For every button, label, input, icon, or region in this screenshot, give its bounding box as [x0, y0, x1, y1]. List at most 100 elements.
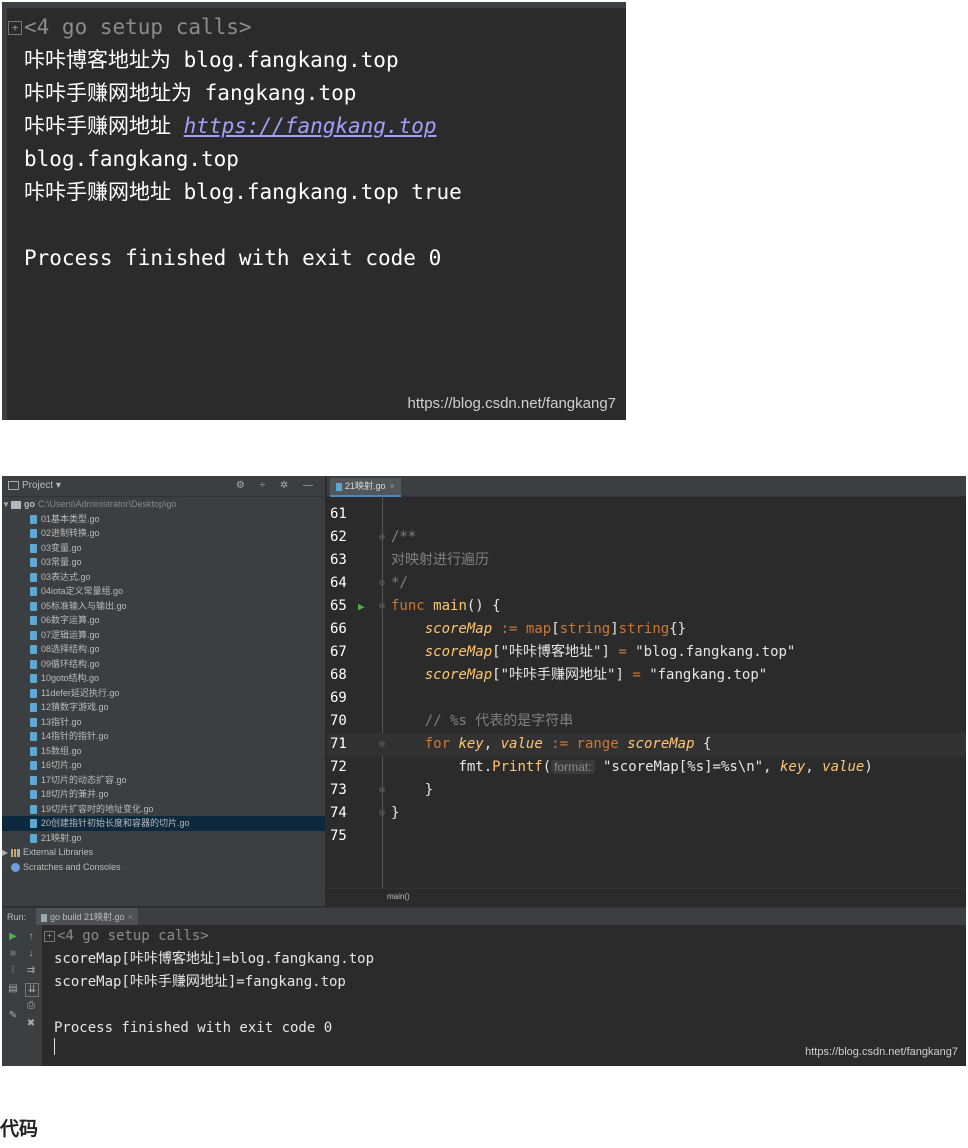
tree-file-item[interactable]: 02进制转换.go	[2, 526, 325, 541]
watermark: https://blog.csdn.net/fangkang7	[805, 1046, 958, 1058]
tree-file-item[interactable]: 03变量.go	[2, 541, 325, 556]
tree-file-item[interactable]: 10goto结构.go	[2, 671, 325, 686]
project-header: Project ▾ ⚙ ÷ ✲ —	[2, 476, 325, 497]
project-tools[interactable]: ⚙ ÷ ✲ —	[236, 476, 319, 496]
soft-wrap-icon[interactable]: ⇉	[25, 965, 37, 977]
go-file-icon	[30, 688, 37, 698]
project-view-selector[interactable]: Project ▾	[8, 476, 61, 496]
tree-file-label: 04iota定义常量组.go	[41, 586, 124, 596]
tab-21-map-go[interactable]: 21映射.go ×	[330, 478, 401, 497]
folder-icon	[11, 500, 21, 509]
go-file-icon	[30, 616, 37, 626]
tree-file-item[interactable]: 03常量.go	[2, 555, 325, 570]
ide-window: Project ▾ ⚙ ÷ ✲ — ▼ go C:\Users\Administra…	[2, 476, 966, 1066]
tree-scratches[interactable]: Scratches and Consoles	[2, 860, 325, 875]
tree-file-item[interactable]: 20创建指针初始长度和容器的切片.go	[2, 816, 325, 831]
code-line-74[interactable]: 74 ⊖}	[327, 802, 966, 825]
output-line-2: 咔咔手赚网地址为 fangkang.top	[24, 81, 357, 105]
tree-file-item[interactable]: 15数组.go	[2, 744, 325, 759]
go-file-icon	[30, 630, 37, 640]
chevron-right-icon[interactable]: ▶	[2, 846, 11, 861]
layout-icon[interactable]: ▤	[7, 983, 19, 995]
tree-file-item[interactable]: 05标准输入与输出.go	[2, 599, 325, 614]
tree-file-label: 03变量.go	[41, 542, 82, 553]
go-file-icon	[30, 775, 37, 785]
tree-file-item[interactable]: 18切片的兼并.go	[2, 787, 325, 802]
run-output[interactable]: + <4 go setup calls> scoreMap[咔咔博客地址]=blo…	[42, 925, 966, 1066]
code-line-75[interactable]: 75	[327, 825, 966, 848]
tree-file-item[interactable]: 19切片扩容时的地址变化.go	[2, 802, 325, 817]
print-icon[interactable]: ⎙	[25, 1000, 37, 1012]
run-gutter-icon[interactable]: ▶	[358, 595, 365, 618]
code-line-65[interactable]: 65 ▶ ⊖ func main() {	[327, 595, 966, 618]
tree-file-label: 03表达式.go	[41, 571, 91, 582]
breadcrumb[interactable]: main()	[387, 892, 410, 901]
project-panel: Project ▾ ⚙ ÷ ✲ — ▼ go C:\Users\Administra…	[2, 476, 325, 906]
run-toolbar: ▶ ↑ ■ ↓ ‖ ⇉ ▤ ⇊ ⎙ ✎ ✖	[2, 925, 42, 1066]
tree-file-label: 01基本类型.go	[41, 513, 100, 524]
tree-file-item[interactable]: 03表达式.go	[2, 570, 325, 585]
tree-external-libraries[interactable]: ▶ External Libraries	[2, 845, 325, 860]
setup-calls-line[interactable]: + <4 go setup calls>	[8, 12, 252, 42]
code-line-62[interactable]: 62 ⊖/**	[327, 526, 966, 549]
tree-file-label: 09循环结构.go	[41, 658, 100, 669]
go-file-icon	[30, 761, 37, 771]
expand-icon[interactable]: +	[44, 930, 55, 942]
code-line-64[interactable]: 64 ⊖ */	[327, 572, 966, 595]
caption: 代码	[0, 1118, 39, 1140]
expand-icon[interactable]: +	[8, 21, 22, 35]
tree-file-item[interactable]: 16切片.go	[2, 758, 325, 773]
code-line-70[interactable]: 70 // %s 代表的是字符串	[327, 710, 966, 733]
code-line-71[interactable]: 71 ⊖ for key, value := range scoreMap {	[327, 733, 966, 756]
tree-file-item[interactable]: 01基本类型.go	[2, 512, 325, 527]
code-line-69[interactable]: 69	[327, 687, 966, 710]
up-arrow-icon[interactable]: ↑	[25, 931, 37, 943]
tree-root-go[interactable]: ▼ go C:\Users\Administrator\Desktop\go	[2, 497, 325, 512]
go-file-icon	[30, 587, 37, 597]
tree-file-item[interactable]: 12猜数字游戏.go	[2, 700, 325, 715]
code-line-61[interactable]: 61	[327, 503, 966, 526]
chevron-down-icon[interactable]: ▼	[2, 498, 11, 513]
tree-file-label: 14指针的指针.go	[41, 731, 109, 741]
pin-icon[interactable]: ✎	[7, 1010, 19, 1022]
tree-file-item[interactable]: 06数字运算.go	[2, 613, 325, 628]
run-setup-line[interactable]: + <4 go setup calls>	[44, 925, 209, 948]
trash-icon[interactable]: ✖	[25, 1018, 37, 1030]
go-file-icon	[30, 819, 37, 829]
exit-line: Process finished with exit code 0	[24, 246, 442, 270]
close-icon[interactable]: ×	[128, 912, 133, 922]
tree-file-label: 21映射.go	[41, 832, 82, 843]
watermark: https://blog.csdn.net/fangkang7	[407, 395, 616, 412]
code-line-67[interactable]: 67 scoreMap["咔咔博客地址"] = "blog.fangkang.t…	[327, 641, 966, 664]
tree-file-item[interactable]: 09循环结构.go	[2, 657, 325, 672]
code-line-68[interactable]: 68 scoreMap["咔咔手赚网地址"] = "fangkang.top"	[327, 664, 966, 687]
down-arrow-icon[interactable]: ↓	[25, 948, 37, 960]
tree-file-item[interactable]: 08选择结构.go	[2, 642, 325, 657]
run-exit-line: Process finished with exit code 0	[54, 1020, 333, 1036]
tree-file-item[interactable]: 11defer延迟执行.go	[2, 686, 325, 701]
tree-file-item[interactable]: 17切片的动态扩容.go	[2, 773, 325, 788]
tree-file-item[interactable]: 04iota定义常量组.go	[2, 584, 325, 599]
pause-icon[interactable]: ‖	[7, 965, 19, 977]
close-icon[interactable]: ×	[390, 481, 395, 491]
scroll-to-end-icon[interactable]: ⇊	[25, 983, 39, 997]
code-line-63[interactable]: 63 对映射进行遍历	[327, 549, 966, 572]
tree-file-item[interactable]: 07逻辑运算.go	[2, 628, 325, 643]
go-file-icon	[30, 717, 37, 727]
text-cursor	[54, 1038, 55, 1055]
code-line-72[interactable]: 72 fmt.Printf(format: "scoreMap[%s]=%s\n…	[327, 756, 966, 779]
run-tab[interactable]: go build 21映射.go ×	[36, 908, 138, 926]
breadcrumb-bar	[327, 888, 966, 907]
code-editor[interactable]: 21映射.go × 61 62 ⊖/** 63 对映射进行遍历 64 ⊖ */ 65 ▶ ⊖ f…	[327, 476, 966, 907]
run-header: Run: go build 21映射.go ×	[2, 907, 966, 926]
rerun-icon[interactable]: ▶	[7, 931, 19, 943]
tree-file-item[interactable]: 13指针.go	[2, 715, 325, 730]
code-line-66[interactable]: 66 scoreMap := map[string]string{}	[327, 618, 966, 641]
output-link[interactable]: https://fangkang.top	[184, 114, 437, 138]
stop-icon[interactable]: ■	[7, 948, 19, 960]
tree-file-item[interactable]: 14指针的指针.go	[2, 729, 325, 744]
go-file-icon	[30, 572, 37, 582]
tree-file-item[interactable]: 21映射.go	[2, 831, 325, 846]
go-file-icon	[30, 543, 37, 553]
code-line-73[interactable]: 73 ⊖ }	[327, 779, 966, 802]
